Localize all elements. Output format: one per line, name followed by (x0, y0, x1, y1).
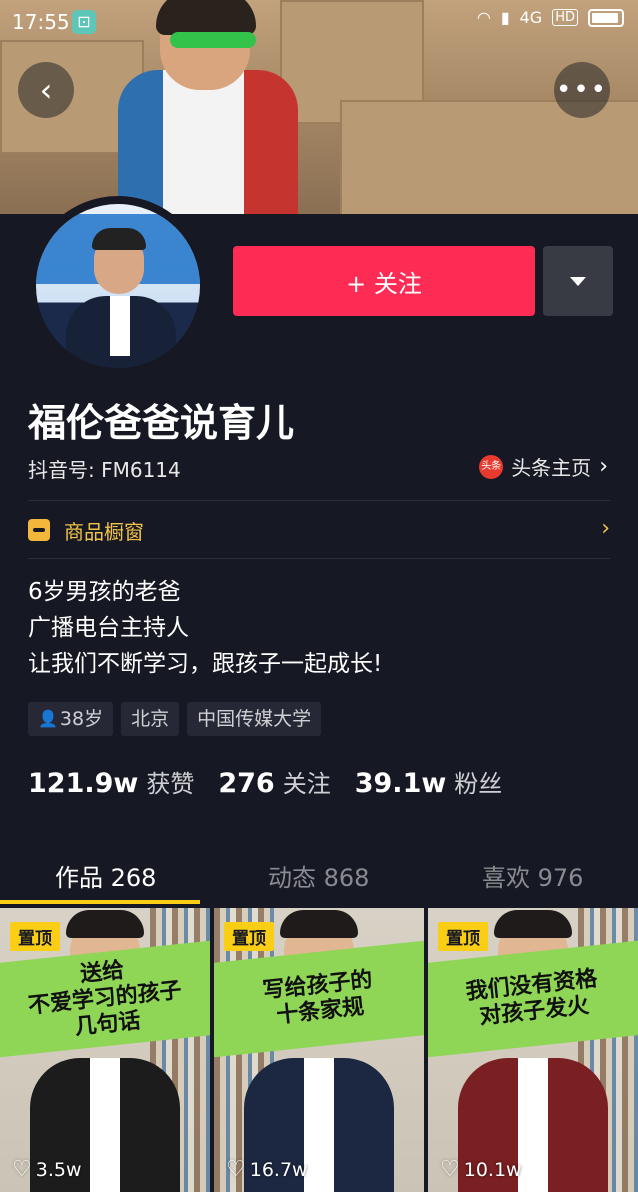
tag-location: 北京 (121, 702, 180, 736)
douyin-id: 抖音号: FM6114 (28, 458, 181, 482)
tab-works[interactable]: 作品 268 (55, 858, 156, 893)
shop-label: 商品橱窗 (64, 519, 144, 544)
avatar[interactable] (36, 204, 200, 368)
toutiao-homepage-link[interactable]: 头条 头条主页 › (479, 452, 608, 481)
system-indicators: ◠ ▮ 4G HD (477, 8, 624, 27)
wifi-icon: ◠ (476, 8, 491, 27)
chevron-left-icon: ‹ (39, 71, 53, 109)
more-dots-icon: ••• (555, 75, 608, 105)
signal-icon: ▮ (500, 8, 510, 27)
screenshot-icon: ⊡ (72, 10, 96, 34)
stat-label: 粉丝 (454, 770, 503, 798)
toutiao-icon: 头条 (479, 454, 504, 479)
video-thumbnail[interactable]: 我们没有资格 对孩子发火 置顶 ♡ 10.1w (428, 908, 638, 1192)
profile-name: 福伦爸爸说育儿 (28, 401, 295, 445)
cover-stone (340, 100, 638, 214)
chevron-right-icon: › (601, 516, 610, 541)
video-likes: ♡ 10.1w (440, 1157, 522, 1182)
video-title-line: 几句话 (73, 1008, 142, 1041)
video-likes: ♡ 16.7w (226, 1157, 308, 1182)
status-bar: 17:55 ⊡ ◠ ▮ 4G HD (0, 0, 638, 44)
divider (28, 558, 610, 559)
divider (28, 500, 610, 501)
avatar-hair (92, 228, 146, 250)
cover-kid-body (118, 70, 298, 214)
video-thumbnail[interactable]: 送给 不爱学习的孩子 几句话 置顶 ♡ 3.5w (0, 908, 210, 1192)
stat-label: 获赞 (146, 770, 195, 798)
person-shirt (90, 1058, 120, 1192)
tag-school: 中国传媒大学 (187, 702, 322, 736)
tag-age: 👤 38岁 (28, 702, 114, 736)
tab-activity[interactable]: 动态 868 (268, 858, 369, 893)
profile-stats: 121.9w 获赞 276 关注 39.1w 粉丝 (28, 764, 526, 799)
person-shirt (304, 1058, 334, 1192)
status-time: 17:55 (12, 10, 70, 34)
stat-followers[interactable]: 39.1w 粉丝 (355, 764, 503, 799)
like-count: 3.5w (35, 1158, 82, 1181)
recommend-dropdown-button[interactable] (543, 246, 613, 316)
active-tab-indicator (0, 900, 200, 904)
avatar-shirt (110, 296, 130, 356)
video-grid: 送给 不爱学习的孩子 几句话 置顶 ♡ 3.5w 写给孩子的 十条家规 置顶 ♡… (0, 908, 638, 1192)
shop-icon (28, 519, 50, 541)
stat-label: 关注 (282, 770, 331, 798)
follow-button[interactable]: + 关注 (233, 246, 535, 316)
follow-button-label: + 关注 (346, 269, 422, 298)
stat-value: 121.9w (28, 768, 139, 799)
stat-value: 39.1w (354, 768, 447, 799)
hd-badge: HD (552, 9, 578, 26)
pinned-badge: 置顶 (438, 922, 488, 951)
like-count: 10.1w (463, 1158, 522, 1181)
bio-line: 6岁男孩的老爸 (28, 579, 181, 605)
back-button[interactable]: ‹ (18, 62, 74, 118)
battery-icon (588, 8, 624, 27)
stat-following[interactable]: 276 关注 (218, 764, 330, 799)
video-likes: ♡ 3.5w (12, 1157, 82, 1182)
pinned-badge: 置顶 (10, 922, 60, 951)
video-thumbnail[interactable]: 写给孩子的 十条家规 置顶 ♡ 16.7w (214, 908, 424, 1192)
network-label: 4G (519, 8, 543, 27)
bio-line: 广播电台主持人 (28, 615, 189, 641)
heart-icon: ♡ (440, 1157, 460, 1182)
person-hair (66, 910, 144, 938)
caret-down-icon (570, 276, 586, 286)
stat-likes: 121.9w 获赞 (28, 764, 194, 799)
heart-icon: ♡ (12, 1157, 32, 1182)
chevron-right-icon: › (599, 454, 608, 479)
more-options-button[interactable]: ••• (554, 62, 610, 118)
avatar-container[interactable] (28, 196, 208, 376)
product-showcase-link[interactable]: 商品橱窗 › (28, 514, 610, 546)
stat-value: 276 (218, 768, 275, 799)
pinned-badge: 置顶 (224, 922, 274, 951)
profile-tags: 👤 38岁 北京 中国传媒大学 (28, 702, 322, 736)
toutiao-label: 头条主页 (511, 456, 592, 480)
tab-likes[interactable]: 喜欢 976 (482, 858, 583, 893)
person-hair (280, 910, 358, 938)
person-hair (494, 910, 572, 938)
bio-line: 让我们不断学习，跟孩子一起成长! (28, 651, 383, 677)
person-icon: 👤 (38, 709, 58, 728)
profile-bio: 6岁男孩的老爸 广播电台主持人 让我们不断学习，跟孩子一起成长! (28, 574, 382, 682)
person-shirt (518, 1058, 548, 1192)
like-count: 16.7w (249, 1158, 308, 1181)
tag-age-label: 38岁 (59, 708, 104, 730)
content-tabs: 作品 268 动态 868 喜欢 976 (0, 848, 638, 904)
heart-icon: ♡ (226, 1157, 246, 1182)
